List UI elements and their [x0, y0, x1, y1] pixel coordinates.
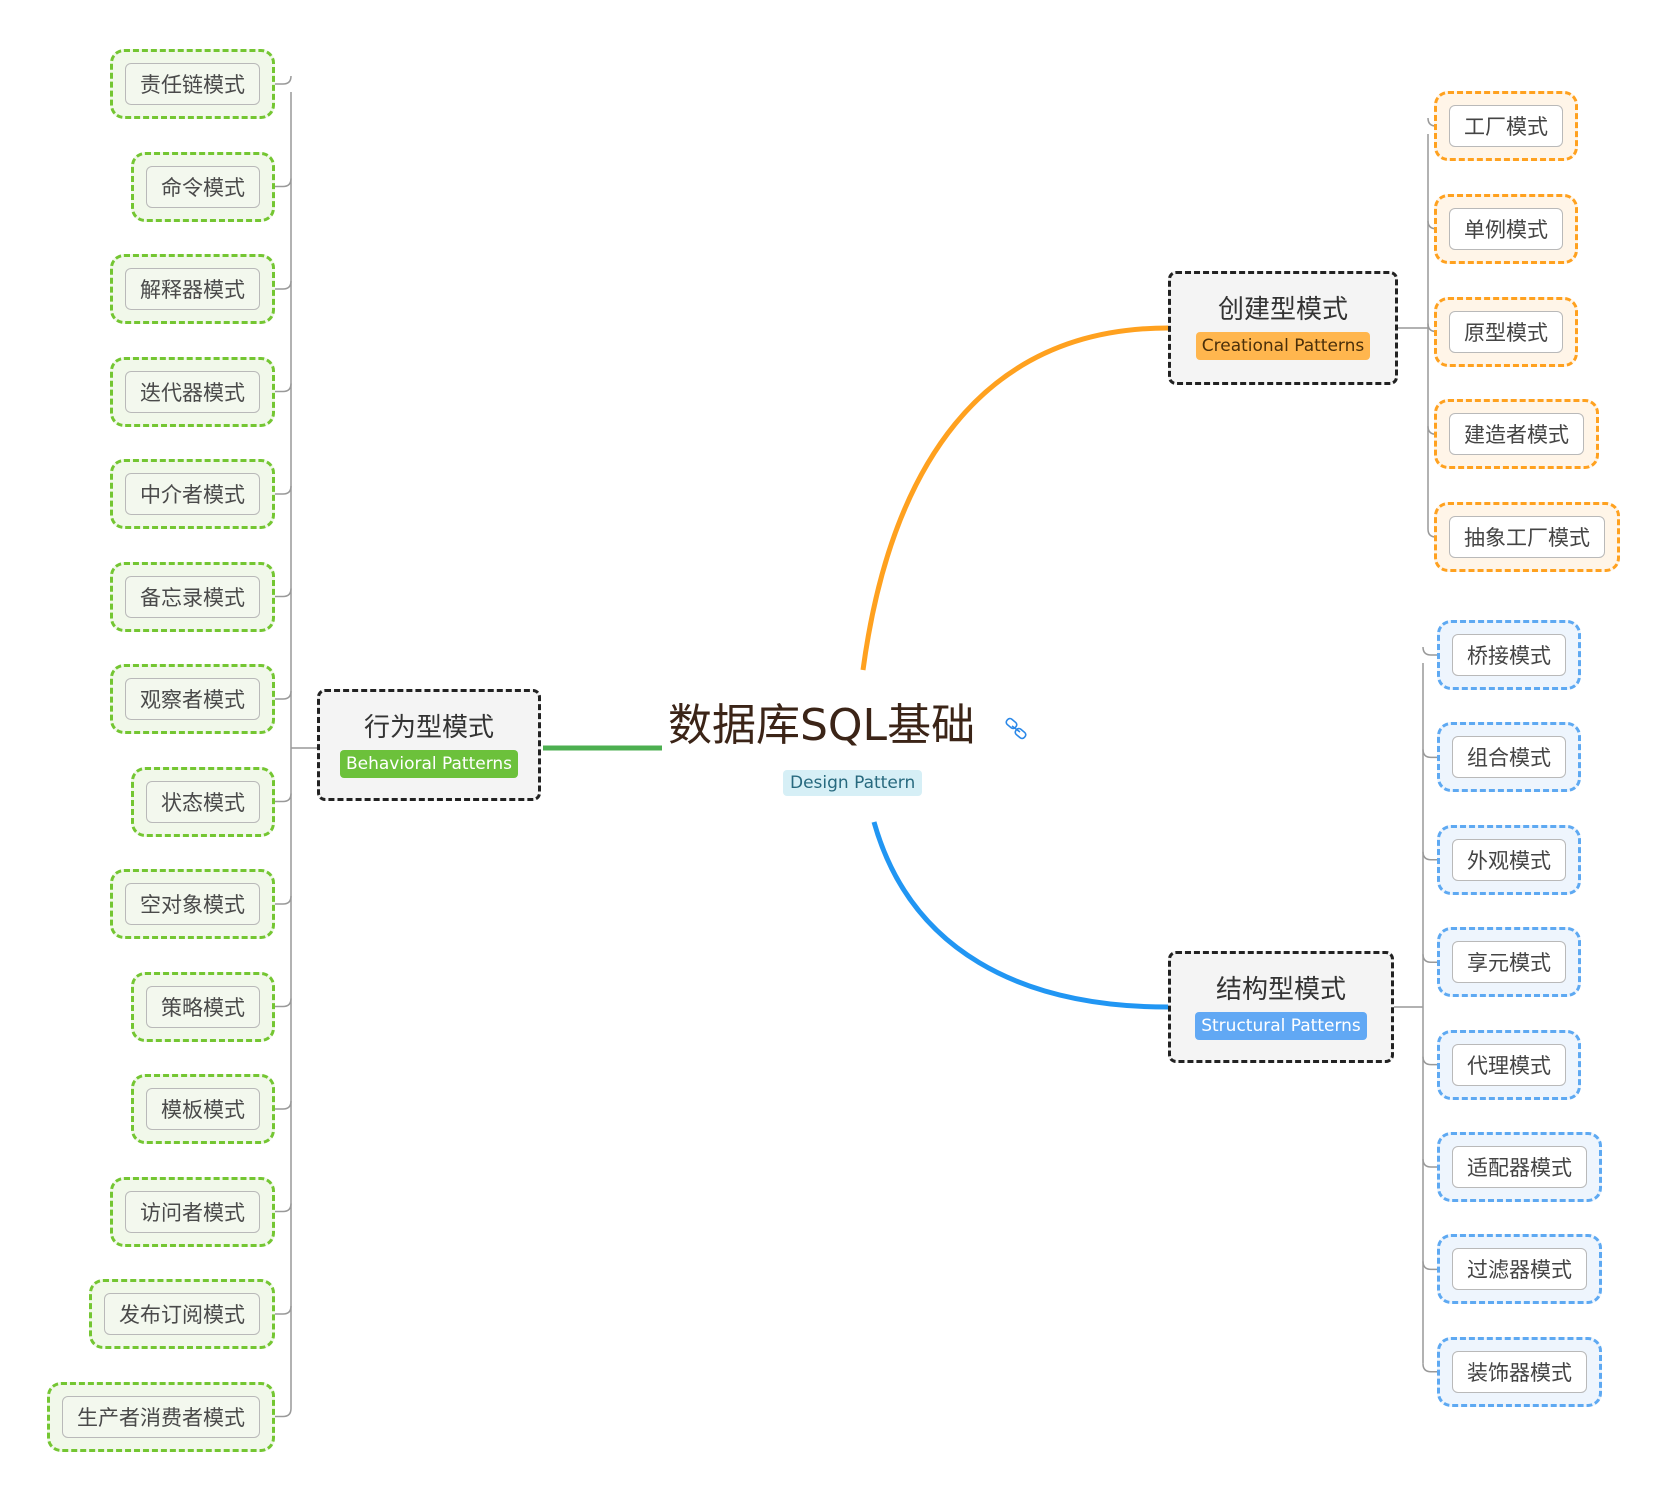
topic-creational-patterns[interactable]: 创建型模式 Creational Patterns: [1168, 271, 1398, 385]
subtopic-label: 访问者模式: [125, 1190, 260, 1233]
subtopic-label: 策略模式: [146, 985, 260, 1028]
subtopic-structural[interactable]: 享元模式: [1437, 927, 1581, 998]
subtopic-label: 过滤器模式: [1452, 1248, 1587, 1291]
subtopic-creational[interactable]: 单例模式: [1434, 193, 1578, 264]
subtopic-creational[interactable]: 工厂模式: [1434, 91, 1578, 161]
subtopic-behavioral[interactable]: 观察者模式: [110, 664, 275, 734]
subtopic-label: 模板模式: [146, 1088, 260, 1130]
central-topic[interactable]: 数据库SQL基础 Design Pattern: [668, 700, 1008, 796]
subtopic-label: 命令模式: [146, 165, 260, 208]
central-topic-title: 数据库SQL基础: [668, 700, 976, 751]
subtopic-label: 享元模式: [1452, 941, 1566, 984]
subtopic-label: 观察者模式: [125, 678, 260, 720]
subtopic-behavioral[interactable]: 空对象模式: [110, 869, 275, 939]
subtopic-behavioral[interactable]: 策略模式: [131, 971, 275, 1042]
subtopic-behavioral[interactable]: 状态模式: [131, 766, 275, 837]
subtopic-label: 迭代器模式: [125, 370, 260, 413]
subtopic-label: 代理模式: [1452, 1043, 1566, 1086]
subtopic-label: 中介者模式: [125, 473, 260, 515]
subtopic-label: 状态模式: [146, 780, 260, 823]
subtopic-label: 责任链模式: [125, 63, 260, 105]
topic-title: 创建型模式: [1217, 295, 1348, 325]
subtopic-behavioral[interactable]: 中介者模式: [110, 459, 275, 529]
subtopic-behavioral[interactable]: 访问者模式: [110, 1176, 275, 1247]
subtopic-structural[interactable]: 外观模式: [1437, 824, 1581, 895]
subtopic-behavioral[interactable]: 模板模式: [131, 1074, 275, 1144]
subtopic-behavioral[interactable]: 发布订阅模式: [89, 1279, 275, 1349]
subtopic-creational[interactable]: 原型模式: [1434, 296, 1578, 367]
topic-label: Creational Patterns: [1195, 332, 1371, 360]
subtopic-structural[interactable]: 过滤器模式: [1437, 1234, 1602, 1305]
subtopic-label: 外观模式: [1452, 838, 1566, 881]
link-icon[interactable]: [1003, 716, 1029, 742]
subtopic-behavioral[interactable]: 命令模式: [131, 151, 275, 222]
subtopic-label: 装饰器模式: [1452, 1350, 1587, 1393]
subtopic-label: 适配器模式: [1452, 1146, 1587, 1188]
subtopic-behavioral[interactable]: 责任链模式: [110, 49, 275, 119]
subtopic-behavioral[interactable]: 生产者消费者模式: [47, 1381, 275, 1452]
topic-behavioral-patterns[interactable]: 行为型模式 Behavioral Patterns: [317, 689, 541, 801]
subtopic-structural[interactable]: 桥接模式: [1437, 620, 1581, 690]
topic-structural-patterns[interactable]: 结构型模式 Structural Patterns: [1168, 951, 1394, 1063]
subtopic-behavioral[interactable]: 备忘录模式: [110, 561, 275, 632]
subtopic-structural[interactable]: 组合模式: [1437, 722, 1581, 793]
subtopic-label: 组合模式: [1452, 736, 1566, 779]
topic-label: Structural Patterns: [1195, 1012, 1367, 1040]
subtopic-label: 单例模式: [1449, 207, 1563, 250]
subtopic-label: 生产者消费者模式: [62, 1395, 260, 1438]
subtopic-structural[interactable]: 装饰器模式: [1437, 1336, 1602, 1407]
subtopic-label: 工厂模式: [1449, 105, 1563, 147]
subtopic-label: 抽象工厂模式: [1449, 516, 1605, 558]
subtopic-label: 建造者模式: [1449, 413, 1584, 456]
subtopic-behavioral[interactable]: 解释器模式: [110, 254, 275, 324]
subtopic-label: 备忘录模式: [125, 575, 260, 618]
subtopic-label: 原型模式: [1449, 310, 1563, 353]
subtopic-label: 空对象模式: [125, 883, 260, 925]
topic-title: 行为型模式: [363, 713, 494, 743]
subtopic-creational[interactable]: 建造者模式: [1434, 399, 1599, 470]
branch-connector-structural: [871, 821, 1169, 1010]
subtopic-behavioral[interactable]: 迭代器模式: [110, 356, 275, 427]
subtopic-structural[interactable]: 适配器模式: [1437, 1132, 1602, 1202]
central-topic-label: Design Pattern: [783, 770, 923, 796]
topic-label: Behavioral Patterns: [339, 750, 519, 778]
subtopic-structural[interactable]: 代理模式: [1437, 1029, 1581, 1100]
subtopic-label: 桥接模式: [1452, 634, 1566, 676]
subtopic-creational[interactable]: 抽象工厂模式: [1434, 502, 1620, 572]
branch-connector-creational: [860, 325, 1169, 671]
subtopic-label: 发布订阅模式: [104, 1293, 260, 1335]
subtopic-label: 解释器模式: [125, 268, 260, 310]
topic-title: 结构型模式: [1215, 975, 1346, 1005]
